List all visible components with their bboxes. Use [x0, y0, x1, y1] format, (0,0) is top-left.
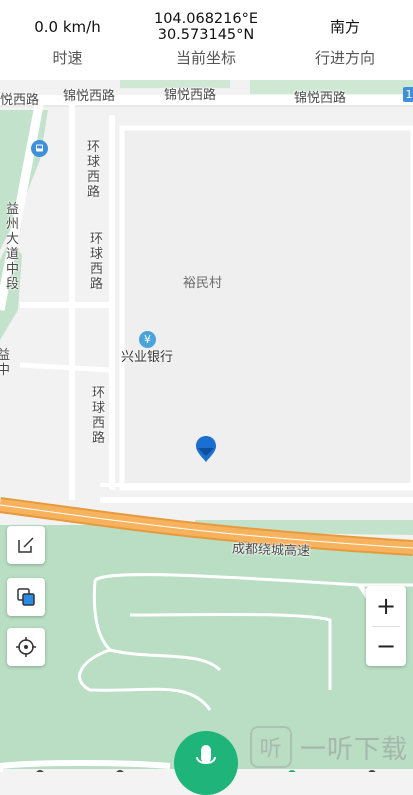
road-label-jinyue-1: 锦悦西路: [63, 89, 116, 104]
road-label-huanqiu-2: 环球西路: [90, 232, 104, 292]
road-label-yizhou: 益州大道中段: [6, 202, 20, 292]
road-label-huanqiu-3: 环球西路: [92, 386, 106, 446]
watermark-text: 一听下载: [300, 734, 409, 765]
map-canvas: [0, 80, 413, 769]
coordinate-panel: 104.068216°E 30.573145°N 当前坐标: [135, 0, 277, 80]
bus-stop-icon[interactable]: [31, 140, 48, 157]
locate-button[interactable]: [7, 628, 45, 666]
road-number-badge: 1: [403, 87, 413, 102]
zoom-control: + −: [366, 586, 406, 666]
poi-label-village: 裕民村: [183, 276, 223, 291]
speed-panel: 0.0 km/h 时速: [0, 0, 135, 80]
microphone-button[interactable]: [174, 731, 238, 795]
longitude-value: 104.068216°E: [153, 11, 259, 27]
coordinate-label: 当前坐标: [175, 49, 236, 67]
road-label-left-edge-2: 中: [0, 363, 11, 378]
watermark: 听 一听下载: [250, 724, 408, 770]
edit-icon: [18, 537, 34, 553]
road-label-jinyue-3: 锦悦西路: [294, 91, 347, 106]
location-pin-icon: [195, 434, 217, 464]
road-label-expressway: 成都绕城高速: [231, 541, 311, 560]
poi-label-bank[interactable]: 兴业银行: [121, 350, 173, 365]
road-label-huanqiu-1: 环球西路: [87, 140, 101, 200]
speed-label: 时速: [52, 49, 83, 67]
locate-icon: [16, 637, 36, 657]
zoom-in-button[interactable]: +: [366, 586, 406, 626]
road-label-left-edge: 益: [0, 348, 11, 363]
map-view[interactable]: 悦西路 锦悦西路 锦悦西路 锦悦西路 1 环球西路 环球西路 环球西路 益州大道…: [0, 80, 413, 769]
coordinate-value: 104.068216°E 30.573145°N: [135, 11, 277, 43]
edit-button[interactable]: [7, 526, 45, 564]
direction-panel: 南方 行进方向: [277, 0, 413, 80]
info-bar: 0.0 km/h 时速 104.068216°E 30.573145°N 当前坐…: [0, 0, 413, 80]
layers-button[interactable]: [7, 578, 45, 616]
road-label-jinyue-2: 锦悦西路: [164, 88, 217, 103]
speed-value: 0.0 km/h: [34, 18, 101, 36]
zoom-out-button[interactable]: −: [366, 626, 406, 666]
road-label-jinyue-left: 悦西路: [0, 93, 40, 108]
latitude-value: 30.573145°N: [157, 27, 255, 43]
direction-label: 行进方向: [314, 49, 375, 67]
yen-icon[interactable]: ¥: [139, 331, 156, 348]
direction-value: 南方: [329, 18, 360, 36]
watermark-logo: 听: [250, 726, 292, 768]
layers-icon: [17, 588, 35, 606]
